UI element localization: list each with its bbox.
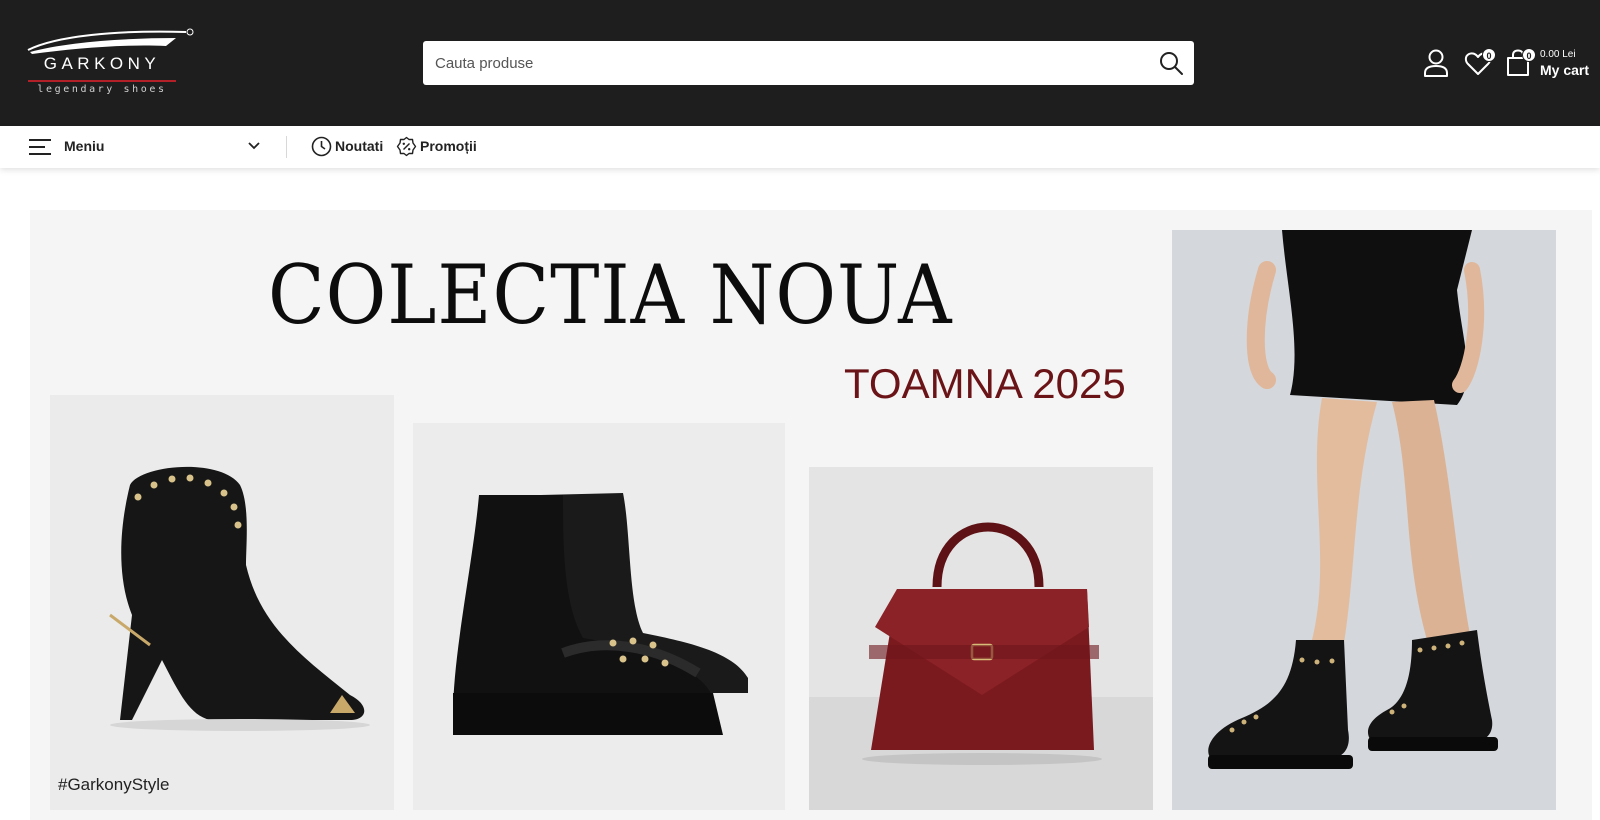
product-photo-bootie: #GarkonyStyle (50, 395, 394, 810)
percent-badge-icon (396, 136, 417, 157)
nav-divider (286, 136, 287, 158)
logo-swoosh-icon (27, 28, 194, 54)
nav-link-label: Promoții (420, 138, 477, 154)
cart-amount: 0.00 Lei (1540, 49, 1576, 60)
brand-tagline: legendary shoes (37, 84, 167, 95)
heeled-bootie-image (109, 466, 370, 731)
banner-subtitle: TOAMNA 2025 (844, 360, 1126, 407)
nav-link-noutati[interactable]: Noutati (311, 136, 387, 158)
platform-boots-image (453, 493, 748, 735)
cart-button[interactable]: 0 (1504, 48, 1540, 78)
logo-underline (28, 80, 176, 82)
hamburger-icon (29, 139, 51, 155)
brand-name: GARKONY (43, 54, 161, 73)
search-icon (1160, 52, 1183, 75)
cart-summary[interactable]: 0.00 Lei My cart (1540, 48, 1589, 79)
product-photo-platform-boots (413, 423, 785, 810)
wishlist-count-badge: 0 (1482, 48, 1496, 62)
user-icon (1424, 49, 1448, 77)
wishlist-button[interactable]: 0 (1464, 48, 1498, 78)
search-bar (423, 41, 1194, 85)
clock-icon (311, 136, 332, 157)
brand-logo[interactable]: GARKONY legendary shoes (26, 26, 196, 102)
menu-label: Meniu (64, 138, 105, 154)
nav-link-label: Noutati (335, 138, 384, 154)
category-nav: Meniu Noutati Promoții (0, 126, 1600, 168)
product-photo-handbag (809, 467, 1153, 810)
cart-label: My cart (1540, 62, 1590, 78)
search-button[interactable] (1158, 50, 1184, 76)
account-button[interactable] (1422, 48, 1450, 78)
handbag-image (809, 522, 1153, 810)
search-input[interactable] (423, 41, 1143, 85)
banner-title: COLECTIA NOUA (268, 248, 953, 343)
nav-link-promotii[interactable]: Promoții (396, 136, 480, 158)
hero-banner[interactable]: COLECTIA NOUA TOAMNA 2025 #GarkonyStyle (30, 210, 1592, 820)
chevron-down-icon (248, 142, 260, 150)
cart-count-badge: 0 (1522, 48, 1536, 62)
model-legs-image (1208, 230, 1498, 769)
model-photo-legs (1172, 230, 1556, 810)
menu-dropdown-button[interactable]: Meniu (28, 134, 268, 160)
banner-hashtag: #GarkonyStyle (58, 775, 170, 794)
site-header: GARKONY legendary shoes 0 0 0.00 (0, 0, 1600, 126)
